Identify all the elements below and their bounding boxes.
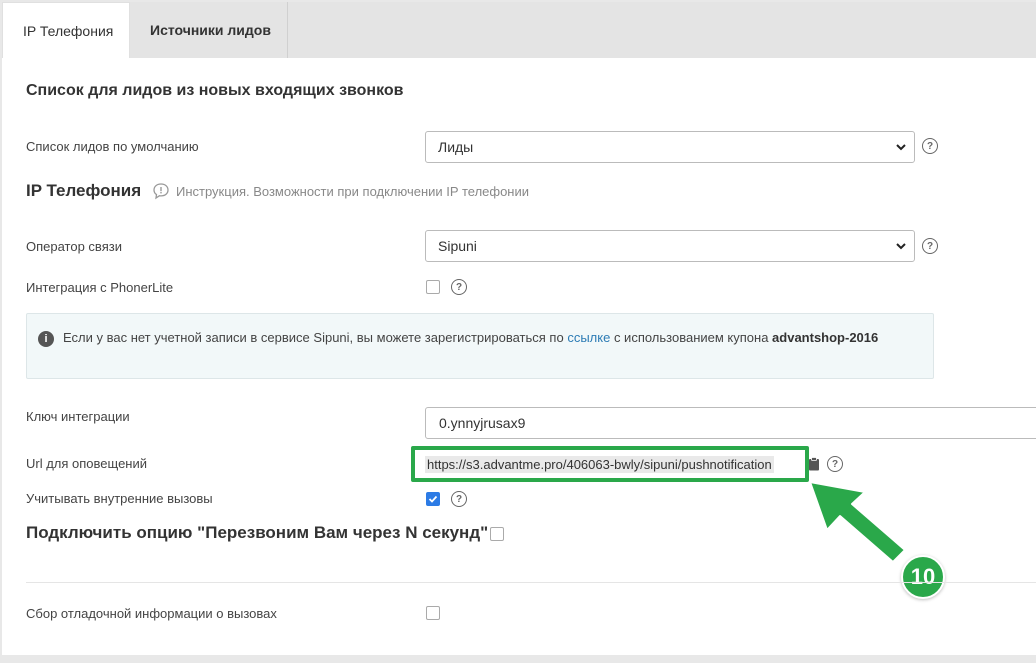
info-text: Если у вас нет учетной записи в сервисе … bbox=[63, 329, 903, 347]
clipboard-icon[interactable] bbox=[808, 457, 820, 471]
register-link[interactable]: ссылке bbox=[567, 330, 610, 345]
info-icon: i bbox=[38, 331, 54, 347]
phonerlite-checkbox[interactable] bbox=[426, 280, 440, 294]
notify-url-value[interactable]: https://s3.advantme.pro/406063-bwly/sipu… bbox=[425, 456, 774, 473]
internal-calls-checkbox[interactable] bbox=[426, 492, 440, 506]
divider bbox=[26, 582, 1036, 583]
debug-info-label: Сбор отладочной информации о вызовах bbox=[26, 606, 277, 621]
integration-key-input[interactable]: 0.ynnyjrusax9 bbox=[425, 407, 1036, 439]
section-title: Список для лидов из новых входящих звонк… bbox=[26, 82, 404, 99]
callback-option-label: Подключить опцию "Перезвоним Вам через N… bbox=[26, 523, 489, 542]
annotation-badge: 10 bbox=[901, 555, 945, 599]
operator-value: Sipuni bbox=[438, 238, 477, 254]
default-list-value: Лиды bbox=[438, 139, 474, 155]
chevron-down-icon bbox=[896, 243, 906, 250]
default-list-select[interactable]: Лиды bbox=[425, 131, 915, 163]
default-list-label: Список лидов по умолчанию bbox=[26, 139, 199, 154]
operator-help-icon[interactable]: ? bbox=[922, 238, 938, 254]
checkmark-icon bbox=[428, 495, 438, 503]
info-text-part: с использованием купона bbox=[610, 330, 773, 345]
phonerlite-label: Интеграция с PhonerLite bbox=[26, 280, 174, 295]
instruction-text: Инструкция. Возможности при подключении … bbox=[176, 183, 530, 199]
operator-label: Оператор связи bbox=[26, 239, 122, 254]
instruction-link[interactable]: Инструкция. Возможности при подключении … bbox=[152, 182, 529, 200]
tab-lead-sources[interactable]: Источники лидов bbox=[130, 2, 288, 58]
integration-key-label: Ключ интеграции bbox=[26, 409, 130, 424]
debug-info-checkbox[interactable] bbox=[426, 606, 440, 620]
tab-bar: IP Телефония Источники лидов bbox=[2, 2, 1036, 58]
default-list-help-icon[interactable]: ? bbox=[922, 138, 938, 154]
info-text-part: Если у вас нет учетной записи в сервисе … bbox=[63, 330, 568, 345]
speech-bubble-icon bbox=[153, 183, 169, 200]
operator-select[interactable]: Sipuni bbox=[425, 230, 915, 262]
annotation-arrow-icon bbox=[809, 481, 906, 563]
sipuni-info-box: i Если у вас нет учетной записи в сервис… bbox=[26, 313, 934, 379]
notify-url-highlight: https://s3.advantme.pro/406063-bwly/sipu… bbox=[411, 446, 809, 482]
internal-calls-help-icon[interactable]: ? bbox=[451, 491, 467, 507]
tab-ip-telephony[interactable]: IP Телефония bbox=[2, 2, 130, 58]
callback-option-checkbox[interactable] bbox=[490, 527, 504, 541]
notify-url-label: Url для оповещений bbox=[26, 456, 148, 471]
phonerlite-help-icon[interactable]: ? bbox=[451, 279, 467, 295]
notify-url-help-icon[interactable]: ? bbox=[827, 456, 843, 472]
chevron-down-icon bbox=[896, 144, 906, 151]
ip-telephony-title: IP Телефония bbox=[26, 181, 142, 200]
internal-calls-label: Учитывать внутренние вызовы bbox=[26, 491, 213, 506]
coupon-code: advantshop-2016 bbox=[772, 330, 879, 345]
